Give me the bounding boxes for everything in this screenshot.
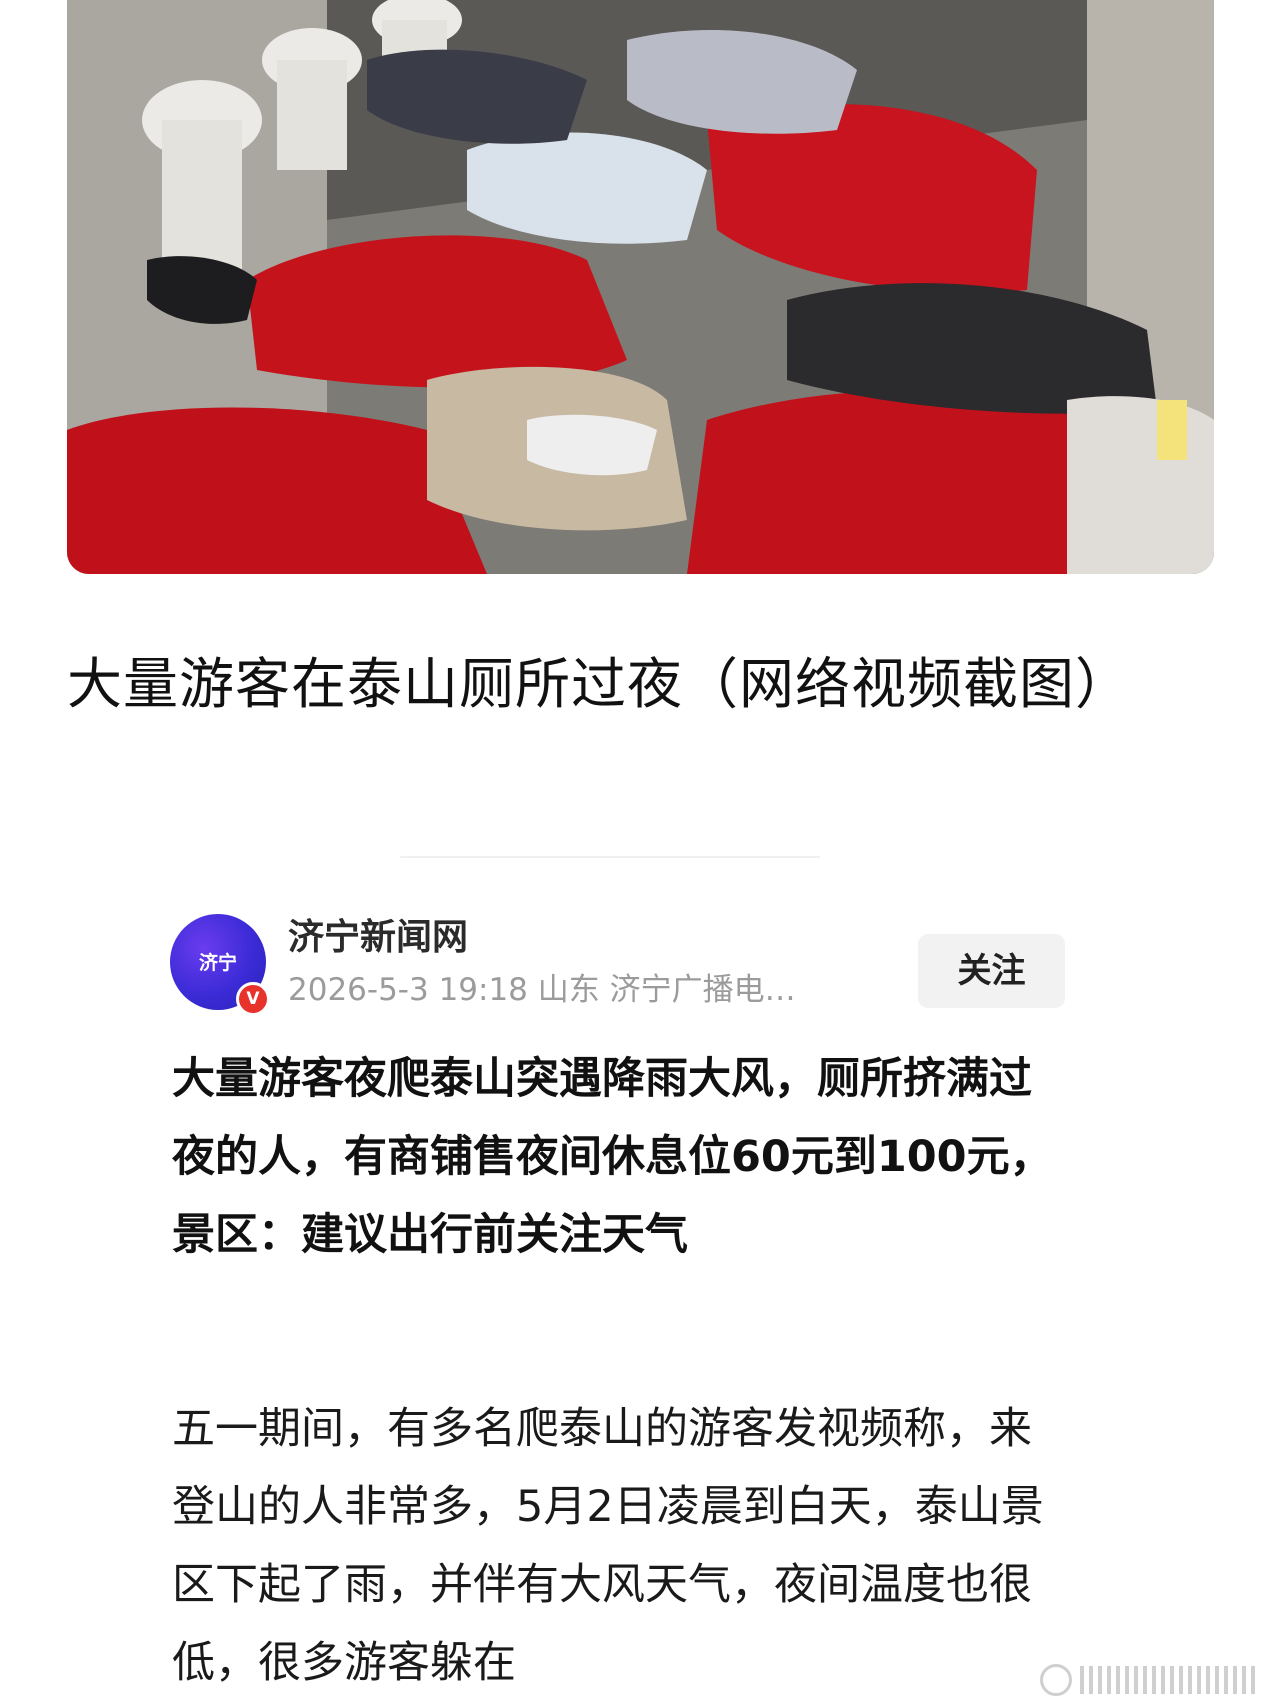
watermark-circle-icon xyxy=(1040,1664,1072,1696)
article-headline: 大量游客夜爬泰山突遇降雨大风，厕所挤满过夜的人，有商铺售夜间休息位60元到100… xyxy=(172,1054,1053,1260)
avatar-logo-text: 济宁 xyxy=(198,952,237,974)
photo-illustration xyxy=(67,0,1214,574)
news-photo[interactable] xyxy=(67,0,1214,574)
watermark-icon xyxy=(1040,1660,1260,1700)
author-avatar[interactable]: 济宁 V xyxy=(170,914,270,1016)
photo-caption: 大量游客在泰山厕所过夜（网络视频截图） xyxy=(67,652,1132,716)
watermark-bars-icon xyxy=(1080,1666,1256,1694)
follow-button[interactable]: 关注 xyxy=(918,934,1065,1008)
author-row: 济宁 V 济宁新闻网 2026-5-3 19:18 山东 济宁广播电… 关注 xyxy=(170,910,1065,1016)
article-body: 五一期间，有多名爬泰山的游客发视频称，来登山的人非常多，5月2日凌晨到白天，泰山… xyxy=(172,1404,1044,1688)
verified-badge-icon: V xyxy=(236,982,270,1016)
post-meta: 2026-5-3 19:18 山东 济宁广播电… xyxy=(288,972,796,1008)
divider xyxy=(400,856,820,858)
article-page: 大量游客在泰山厕所过夜（网络视频截图） 济宁 V 济宁新闻网 2026-5-3 … xyxy=(0,0,1280,1706)
author-name[interactable]: 济宁新闻网 xyxy=(288,916,468,960)
